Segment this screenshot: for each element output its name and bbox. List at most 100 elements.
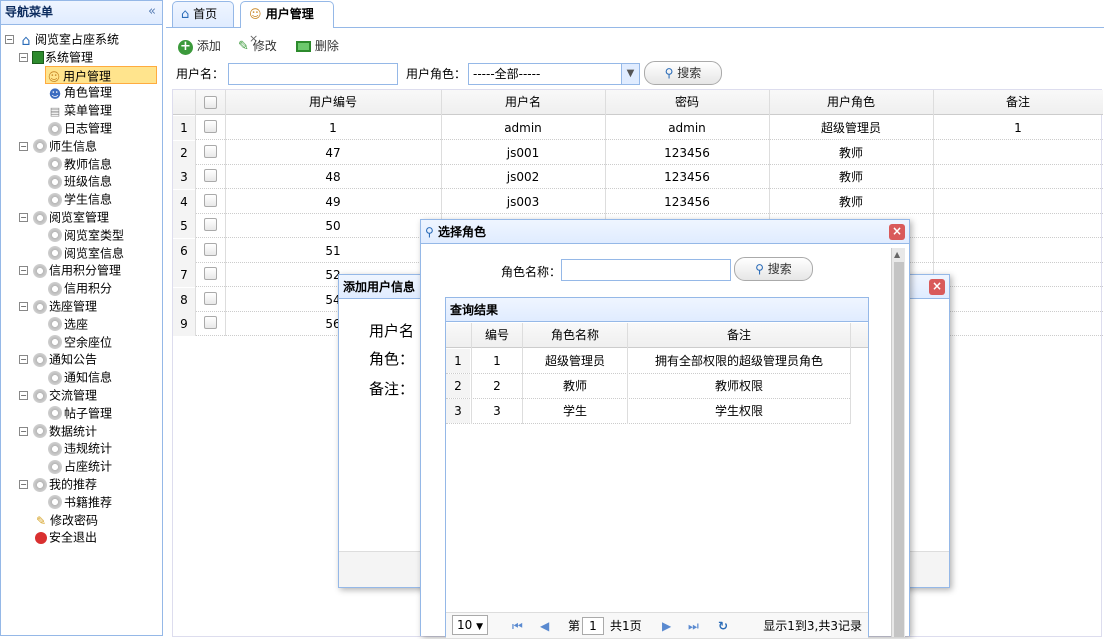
sidebar-item-25[interactable]: − 我的推荐 <box>19 475 97 493</box>
table-row[interactable]: 3 48 js002 123456 教师 <box>173 165 1103 189</box>
collapse-toggle-icon[interactable]: − <box>19 391 28 400</box>
col-role[interactable]: 用户角色 <box>769 90 933 114</box>
username-input[interactable] <box>228 63 398 85</box>
collapse-toggle-icon[interactable]: − <box>19 52 28 62</box>
sidebar-item-21[interactable]: 帖子管理 <box>47 404 112 422</box>
sidebar-item-20[interactable]: − 交流管理 <box>19 386 97 404</box>
sidebar-item-10[interactable]: − 阅览室管理 <box>19 208 109 226</box>
collapse-toggle-icon[interactable]: − <box>19 426 28 436</box>
sidebar-item-3[interactable]: ☻ 角色管理 <box>47 83 112 101</box>
sidebar-item-13[interactable]: − 信用积分管理 <box>19 261 121 279</box>
sidebar-item-19[interactable]: 通知信息 <box>47 368 112 386</box>
tab-user-management[interactable]: ☺ 用户管理 × <box>240 1 334 45</box>
chevron-down-icon[interactable]: ▼ <box>621 64 639 84</box>
sidebar-item-label: 帖子管理 <box>64 406 113 421</box>
row-checkbox[interactable] <box>204 316 217 329</box>
edit-button[interactable]: ✎ 修改 <box>238 36 277 56</box>
col-username[interactable]: 用户名 <box>441 90 605 114</box>
sidebar-item-15[interactable]: − 选座管理 <box>19 297 97 315</box>
row-checkbox[interactable] <box>204 169 217 182</box>
collapse-toggle-icon[interactable]: − <box>19 302 28 311</box>
role-select[interactable]: -----全部----- ▼ <box>468 63 640 85</box>
add-button[interactable]: + 添加 <box>178 36 221 56</box>
sidebar-item-28[interactable]: 安全退出 <box>33 528 97 546</box>
cell-role-id: 3 <box>493 404 501 418</box>
row-checkbox[interactable] <box>204 144 217 158</box>
sidebar-item-26[interactable]: 书籍推荐 <box>47 493 112 511</box>
row-checkbox[interactable] <box>204 291 217 305</box>
sidebar-item-11[interactable]: 阅览室类型 <box>47 226 124 244</box>
role-row[interactable]: 3 3 学生 学生权限 <box>446 399 850 424</box>
sidebar-item-4[interactable]: ▤ 菜单管理 <box>47 101 112 119</box>
select-all-checkbox[interactable] <box>204 96 217 109</box>
last-page-icon[interactable]: ⏭ <box>688 613 699 639</box>
sidebar-item-24[interactable]: 占座统计 <box>47 457 112 475</box>
collapse-icon[interactable]: « <box>148 1 156 23</box>
scrollbar-thumb[interactable] <box>894 262 904 637</box>
table-row[interactable]: 4 49 js003 123456 教师 <box>173 189 1103 214</box>
column-divider <box>471 323 472 424</box>
role-row[interactable]: 2 2 教师 教师权限 <box>446 374 850 399</box>
collapse-toggle-icon[interactable]: − <box>19 266 28 276</box>
next-page-icon[interactable]: ▶ <box>662 613 671 639</box>
tab-home[interactable]: ⌂ 首页 <box>172 1 234 27</box>
role-name-input[interactable] <box>561 259 731 281</box>
sidebar-item-6[interactable]: − 师生信息 <box>19 137 97 155</box>
gear-icon <box>47 245 63 262</box>
sidebar-item-2[interactable]: ☺ 用户管理 <box>45 65 157 84</box>
sidebar-item-7[interactable]: 教师信息 <box>47 155 112 173</box>
first-page-icon[interactable]: ⏮ <box>512 613 523 639</box>
collapse-toggle-icon[interactable]: − <box>19 213 28 222</box>
search-button[interactable]: ⚲ 搜索 <box>644 61 722 85</box>
row-checkbox[interactable] <box>204 242 217 256</box>
row-checkbox[interactable] <box>204 267 217 280</box>
sidebar-item-27[interactable]: ✎ 修改密码 <box>33 511 98 529</box>
col-role-id[interactable]: 编号 <box>472 323 522 347</box>
sidebar-item-8[interactable]: 班级信息 <box>47 172 112 190</box>
role-search-button[interactable]: ⚲ 搜索 <box>734 257 813 281</box>
col-note[interactable]: 备注 <box>933 90 1103 114</box>
role-row[interactable]: 1 1 超级管理员 拥有全部权限的超级管理员角色 <box>446 349 850 374</box>
sidebar-item-16[interactable]: 选座 <box>47 315 88 333</box>
scroll-up-icon[interactable]: ▲ <box>894 250 900 259</box>
row-checkbox[interactable] <box>204 193 217 207</box>
gear-icon <box>47 280 63 297</box>
row-checkbox[interactable] <box>204 218 217 231</box>
collapse-toggle-icon[interactable]: − <box>19 141 28 151</box>
gear-icon <box>47 369 63 386</box>
dialog-scrollbar[interactable]: ▲ <box>891 248 905 637</box>
row-number: 1 <box>446 349 470 373</box>
collapse-toggle-icon[interactable]: − <box>19 355 28 365</box>
sidebar-item-22[interactable]: − 数据统计 <box>19 422 97 440</box>
cell-name: js003 <box>506 194 540 209</box>
sidebar-item-9[interactable]: 学生信息 <box>47 190 112 208</box>
sidebar-item-label: 班级信息 <box>64 174 113 189</box>
prev-page-icon[interactable]: ◀ <box>540 613 549 639</box>
delete-button[interactable]: 删除 <box>296 36 339 56</box>
sidebar-item-17[interactable]: 空余座位 <box>47 333 112 351</box>
col-role-note[interactable]: 备注 <box>628 323 850 347</box>
sidebar-item-0[interactable]: − ⌂ 阅览室占座系统 <box>5 30 119 49</box>
col-role-name[interactable]: 角色名称 <box>523 323 627 347</box>
sidebar-item-12[interactable]: 阅览室信息 <box>47 244 124 262</box>
collapse-toggle-icon[interactable]: − <box>19 480 28 489</box>
close-icon[interactable]: × <box>929 279 945 295</box>
sidebar-item-23[interactable]: 违规统计 <box>47 439 112 457</box>
cell-pwd: 123456 <box>664 194 710 209</box>
row-checkbox[interactable] <box>204 120 217 133</box>
page-size-select[interactable]: 10 ▼ <box>452 615 489 635</box>
cell-id: 49 <box>325 194 341 209</box>
sidebar-item-1[interactable]: − 系统管理 <box>19 48 93 66</box>
collapse-toggle-icon[interactable]: − <box>5 35 14 44</box>
form-username-label: 用户名 <box>369 322 415 340</box>
col-password[interactable]: 密码 <box>605 90 769 114</box>
close-icon[interactable]: × <box>889 224 905 240</box>
sidebar-item-18[interactable]: − 通知公告 <box>19 350 97 368</box>
refresh-icon[interactable]: ↻ <box>718 613 728 639</box>
sidebar-item-14[interactable]: 信用积分 <box>47 279 112 297</box>
page-number-input[interactable]: 1 <box>582 617 604 635</box>
table-row[interactable]: 1 1 admin admin 超级管理员 1 <box>173 116 1103 140</box>
table-row[interactable]: 2 47 js001 123456 教师 <box>173 140 1103 165</box>
col-user-id[interactable]: 用户编号 <box>225 90 441 114</box>
sidebar-item-5[interactable]: 日志管理 <box>47 119 112 137</box>
